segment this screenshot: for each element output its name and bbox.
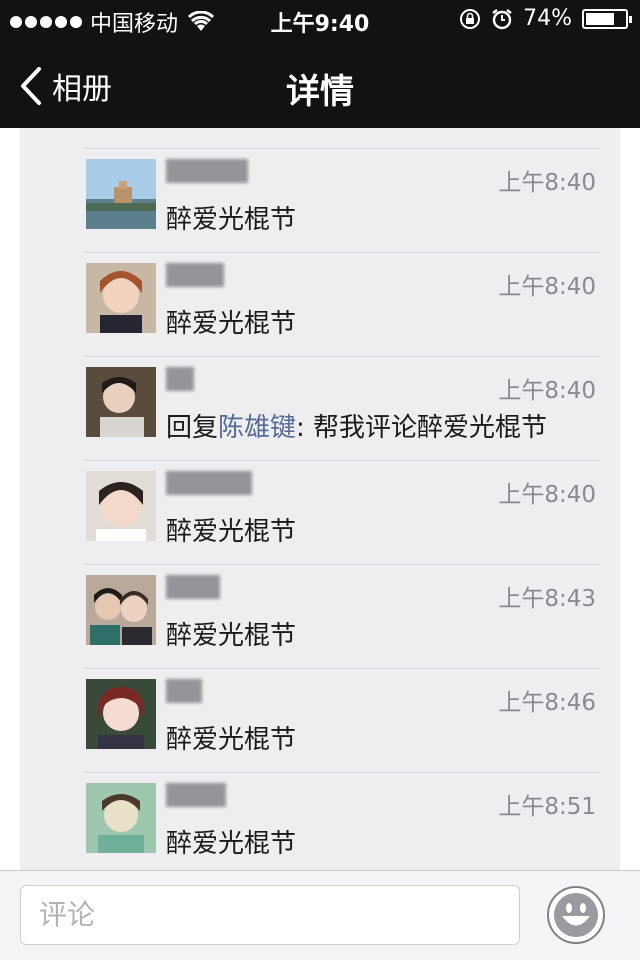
comment-time: 上午8:40 (498, 378, 596, 404)
rotation-lock-icon (460, 8, 481, 29)
comment-time: 上午8:43 (498, 586, 596, 612)
comment-input[interactable]: 评论 (20, 885, 520, 945)
comment-row: 上午8:43 醉爱光棍节 (84, 564, 600, 668)
comment-text: 醉爱光棍节 (166, 205, 297, 235)
blurred-name (166, 367, 194, 391)
comment-row: 上午8:40 醉爱光棍节 (84, 148, 600, 252)
comment-row: 上午8:40 醉爱光棍节 (84, 460, 600, 564)
comment-row: 上午8:51 醉爱光棍节 (84, 772, 600, 870)
blurred-name (166, 679, 202, 703)
comment-time: 上午8:40 (498, 274, 596, 300)
comment-text: 醉爱光棍节 (166, 725, 297, 755)
battery-icon (582, 8, 632, 29)
avatar[interactable] (86, 679, 156, 749)
avatar[interactable] (86, 783, 156, 853)
battery-percent: 74% (523, 6, 572, 31)
comment-time: 上午8:51 (498, 794, 596, 820)
blurred-name (166, 471, 252, 495)
comment-text: 醉爱光棍节 (166, 517, 297, 547)
avatar[interactable] (86, 575, 156, 645)
comment-row: 上午8:40 回复陈雄键: 帮我评论醉爱光棍节 (84, 356, 600, 460)
reply-prefix: 回复 (166, 413, 219, 443)
nav-bar: 相册 详情 (0, 40, 640, 128)
blurred-name (166, 159, 248, 183)
comment-time: 上午8:46 (498, 690, 596, 716)
reply-text: : 帮我评论醉爱光棍节 (296, 413, 548, 443)
comment-text: 回复陈雄键: 帮我评论醉爱光棍节 (166, 407, 547, 444)
blurred-name (166, 263, 224, 287)
comment-list-area[interactable]: 上午8:40 醉爱光棍节 上午8:40 醉爱光棍节 上午8:40 回复陈雄键: … (0, 128, 640, 870)
status-bar: 中国移动 上午9:40 74% (0, 0, 640, 40)
comment-input-bar: 评论 (0, 870, 640, 960)
alarm-icon (492, 8, 512, 29)
comment-text: 醉爱光棍节 (166, 829, 297, 859)
reply-to-link[interactable]: 陈雄键 (218, 413, 296, 443)
avatar[interactable] (86, 367, 156, 437)
comment-time: 上午8:40 (498, 482, 596, 508)
comment-list: 上午8:40 醉爱光棍节 上午8:40 醉爱光棍节 上午8:40 回复陈雄键: … (84, 148, 600, 870)
blurred-name (166, 575, 220, 599)
avatar[interactable] (86, 471, 156, 541)
comment-time: 上午8:40 (498, 170, 596, 196)
comment-row: 上午8:46 醉爱光棍节 (84, 668, 600, 772)
blurred-name (166, 783, 226, 807)
avatar[interactable] (86, 263, 156, 333)
avatar[interactable] (86, 159, 156, 229)
comment-text: 醉爱光棍节 (166, 621, 297, 651)
comment-text: 醉爱光棍节 (166, 309, 297, 339)
battery-fill (586, 12, 614, 25)
emoji-button[interactable] (546, 885, 606, 945)
comment-row: 上午8:40 醉爱光棍节 (84, 252, 600, 356)
status-right: 74% (459, 6, 632, 31)
page-title: 详情 (286, 72, 354, 112)
